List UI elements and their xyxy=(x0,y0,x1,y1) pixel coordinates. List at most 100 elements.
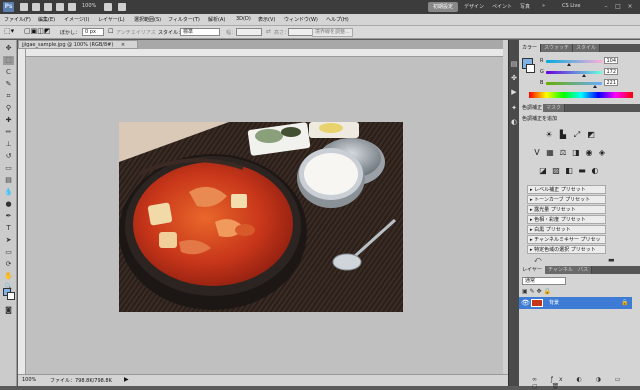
workspace-painting-button[interactable]: ペイント xyxy=(492,3,512,10)
vibrance-icon[interactable]: V xyxy=(532,148,542,158)
menu-filter[interactable]: フィルター(T) xyxy=(168,16,200,23)
color-panel-background-swatch[interactable] xyxy=(526,64,535,73)
brush-panel-icon[interactable]: ✤ xyxy=(510,74,518,82)
brush-tool-icon[interactable]: ✏ xyxy=(3,128,14,137)
blue-value-input[interactable]: 221 xyxy=(604,79,618,86)
history-brush-tool-icon[interactable]: ↺ xyxy=(3,152,14,161)
blend-mode-select[interactable]: 通常 xyxy=(522,277,566,285)
character-panel-icon[interactable]: ◐ xyxy=(510,118,518,126)
antialias-checkbox[interactable]: ☐ xyxy=(108,28,113,35)
history-panel-icon[interactable]: ▤ xyxy=(510,60,518,68)
background-color-swatch[interactable] xyxy=(7,292,15,300)
document-tab[interactable]: jjigae_sample.jpg @ 100% (RGB/8#) × xyxy=(18,40,138,49)
red-slider-thumb[interactable] xyxy=(566,63,571,66)
3d-rotate-tool-icon[interactable]: ⟳ xyxy=(3,260,14,269)
gradient-map-icon[interactable]: ▬ xyxy=(577,166,587,176)
tab-layers[interactable]: レイヤー xyxy=(519,266,546,274)
refine-edge-button[interactable]: 境界線を調整... xyxy=(312,28,353,37)
menu-image[interactable]: イメージ(I) xyxy=(64,16,89,23)
menu-help[interactable]: ヘルプ(H) xyxy=(326,16,349,23)
swap-icon[interactable]: ⇄ xyxy=(266,28,271,35)
tab-channels[interactable]: チャンネル xyxy=(545,266,577,274)
dodge-tool-icon[interactable]: ● xyxy=(3,200,14,209)
red-slider[interactable] xyxy=(546,60,602,66)
extras-icon[interactable] xyxy=(44,3,52,11)
color-spectrum-bar[interactable] xyxy=(529,92,633,98)
preset-channel-mixer[interactable]: ▸ チャンネルミキサー プリセット xyxy=(527,235,606,251)
tab-masks[interactable]: マスク xyxy=(543,104,566,112)
feather-input[interactable]: 0 px xyxy=(82,28,104,36)
levels-icon[interactable]: ▙ xyxy=(558,130,568,140)
tab-swatches[interactable]: スウォッチ xyxy=(541,44,574,52)
status-menu-arrow-icon[interactable]: ▶ xyxy=(124,376,129,383)
shape-tool-icon[interactable]: ▭ xyxy=(3,248,14,257)
selective-color-icon[interactable]: ◐ xyxy=(590,166,600,176)
posterize-icon[interactable]: ▨ xyxy=(551,166,561,176)
marquee-tool-preset-icon[interactable]: ⬚▾ xyxy=(4,27,14,35)
threshold-icon[interactable]: ◧ xyxy=(564,166,574,176)
blur-tool-icon[interactable]: 💧 xyxy=(3,188,14,197)
green-slider-thumb[interactable] xyxy=(581,74,586,77)
eraser-tool-icon[interactable]: ▭ xyxy=(3,164,14,173)
hand-tool-panel-icon[interactable]: ✋ xyxy=(3,272,14,281)
channel-mixer-icon[interactable]: ◈ xyxy=(597,148,607,158)
menu-3d[interactable]: 3D(D) xyxy=(236,16,251,22)
pen-tool-icon[interactable]: ✒ xyxy=(3,212,14,221)
menu-select[interactable]: 選択範囲(S) xyxy=(134,16,161,23)
black-white-icon[interactable]: ◨ xyxy=(571,148,581,158)
tab-paths[interactable]: パス xyxy=(575,266,593,274)
curves-icon[interactable]: ⤢ xyxy=(572,130,582,140)
color-balance-icon[interactable]: ⚖ xyxy=(558,148,568,158)
document-close-icon[interactable]: × xyxy=(121,42,125,48)
preset-black-white[interactable]: ▸ 白黒 プリセット xyxy=(527,225,606,234)
quick-selection-tool-icon[interactable]: ✎ xyxy=(3,80,14,89)
menu-view[interactable]: 表示(V) xyxy=(258,16,275,23)
gradient-tool-icon[interactable]: ▤ xyxy=(3,176,14,185)
zoom-level-dropdown[interactable]: 100% xyxy=(82,3,96,9)
type-tool-icon[interactable]: T xyxy=(3,224,14,233)
menu-edit[interactable]: 編集(E) xyxy=(38,16,55,23)
menu-layer[interactable]: レイヤー(L) xyxy=(98,16,125,23)
workspace-essentials-button[interactable]: 初期設定 xyxy=(428,2,458,12)
height-input[interactable] xyxy=(288,28,314,36)
document-image[interactable] xyxy=(119,122,403,312)
layer-visibility-eye-icon[interactable]: 👁 xyxy=(521,297,530,309)
crop-tool-icon[interactable]: ⌗ xyxy=(3,92,14,101)
new-selection-icon[interactable]: ▢▣◫◩ xyxy=(24,27,50,35)
preset-exposure[interactable]: ▸ 露光量 プリセット xyxy=(527,205,606,214)
maximize-icon[interactable]: □ xyxy=(614,3,622,11)
navigator-panel-icon[interactable]: ✦ xyxy=(510,104,518,112)
hand-tool-icon[interactable] xyxy=(56,3,64,11)
workspace-photography-button[interactable]: 写真 xyxy=(520,3,530,10)
status-zoom[interactable]: 100% xyxy=(22,377,36,383)
blue-slider[interactable] xyxy=(546,82,602,88)
invert-icon[interactable]: ◪ xyxy=(538,166,548,176)
style-select[interactable]: 標準 xyxy=(180,28,220,36)
workspace-design-button[interactable]: デザイン xyxy=(464,3,484,10)
quick-mask-icon[interactable]: ◙ xyxy=(3,306,14,315)
clip-to-layer-icon[interactable]: ▬ xyxy=(608,256,615,264)
zoom-tool-icon[interactable] xyxy=(68,3,76,11)
rectangular-marquee-tool-icon[interactable]: ⬚ xyxy=(3,56,14,65)
workspace-more-button[interactable]: » xyxy=(542,3,545,9)
menu-analysis[interactable]: 解析(A) xyxy=(208,16,225,23)
layers-panel-footer-icons[interactable]: ∞ ƒx ◐ ◑ ▭ ▢ 🗑 xyxy=(532,376,640,390)
return-to-list-icon[interactable]: ⤺ xyxy=(534,256,541,265)
tab-color[interactable]: カラー xyxy=(519,44,542,52)
preset-hue-saturation[interactable]: ▸ 色相・彩度 プリセット xyxy=(527,215,606,224)
actions-panel-icon[interactable]: ▶ xyxy=(510,88,518,96)
minimize-icon[interactable]: – xyxy=(602,3,610,11)
move-tool-icon[interactable]: ✥ xyxy=(3,44,14,53)
arrange-documents-icon[interactable] xyxy=(104,3,112,11)
green-slider[interactable] xyxy=(546,71,602,77)
width-input[interactable] xyxy=(236,28,262,36)
brightness-contrast-icon[interactable]: ☀ xyxy=(544,130,554,140)
tab-adjustments[interactable]: 色調補正 xyxy=(519,104,547,112)
menu-file[interactable]: ファイル(F) xyxy=(4,16,31,23)
exposure-icon[interactable]: ◩ xyxy=(586,130,596,140)
green-value-input[interactable]: 172 xyxy=(604,68,618,75)
lock-icons[interactable]: ▣ ✎ ✥ 🔒 xyxy=(522,288,551,295)
preset-levels[interactable]: ▸ レベル補正 プリセット xyxy=(527,185,606,194)
cs-live-button[interactable]: CS Live xyxy=(562,3,580,9)
red-value-input[interactable]: 104 xyxy=(604,57,618,64)
